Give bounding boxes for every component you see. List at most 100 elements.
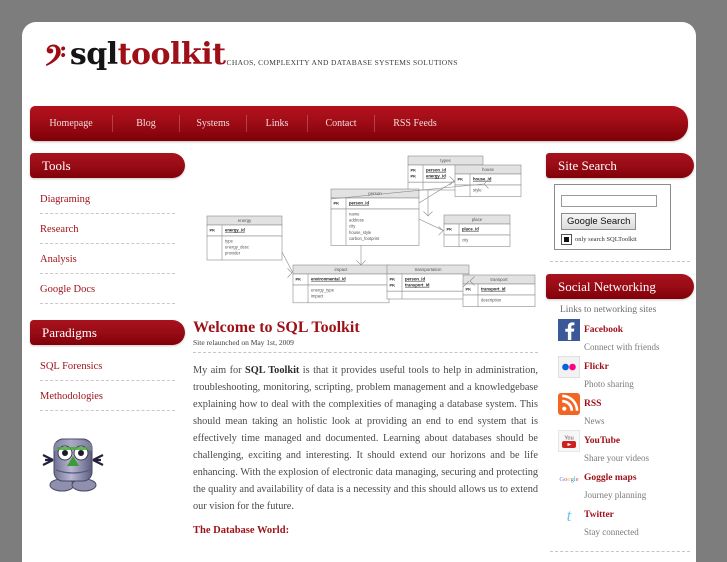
svg-text:address: address: [349, 218, 364, 223]
svg-text:Google: Google: [559, 476, 578, 483]
social-link-twitter[interactable]: t Twitter Stay connected: [558, 504, 694, 540]
google-search-button[interactable]: Google Search: [561, 213, 637, 230]
widget-header-social-networking: Social Networking: [546, 274, 694, 299]
widget-header-site-search: Site Search: [546, 153, 694, 178]
svg-text:house: house: [482, 167, 495, 172]
svg-text:place: place: [472, 217, 483, 222]
svg-text:transport_id: transport_id: [481, 286, 506, 291]
social-name: RSS: [584, 399, 602, 409]
twitter-icon[interactable]: t: [558, 504, 580, 526]
widget-header-paradigms: Paradigms: [30, 320, 185, 345]
sidebar-link-sql-forensics[interactable]: SQL Forensics: [40, 361, 102, 372]
article-body: My aim for SQL Toolkit is that it provid…: [193, 362, 538, 515]
google-maps-icon[interactable]: Google: [558, 467, 580, 489]
logo-text-accent: toolkit: [117, 37, 226, 72]
nav-item-contact[interactable]: Contact: [308, 115, 375, 132]
tools-list: Diagraming Research Analysis Google Docs: [30, 184, 185, 304]
nav-item-rss-feeds[interactable]: RSS Feeds: [375, 115, 455, 132]
svg-text:person_id: person_id: [349, 200, 369, 205]
svg-text:house_id: house_id: [473, 176, 492, 181]
svg-text:PK: PK: [334, 200, 340, 205]
site-search-widget: Google Search only search SQLToolkit: [554, 184, 671, 250]
svg-text:PK: PK: [296, 276, 302, 281]
site-logo[interactable]: 𝄢 sql toolkit CHAOS, COMPLEXITY AND DATA…: [44, 37, 696, 78]
svg-text:energy_id: energy_id: [426, 174, 446, 179]
nav-item-blog[interactable]: Blog: [113, 115, 180, 132]
social-link-flickr[interactable]: Flickr Photo sharing: [557, 355, 694, 392]
svg-text:place_id: place_id: [462, 226, 479, 231]
svg-text:person_id: person_id: [405, 276, 425, 281]
social-desc: News: [584, 416, 605, 426]
tux-robot-mascot-icon: [40, 427, 185, 498]
search-input[interactable]: [561, 195, 657, 207]
search-scope-option[interactable]: only search SQLToolkit: [561, 234, 665, 245]
svg-text:PK: PK: [390, 283, 396, 288]
svg-text:impact: impact: [335, 267, 349, 272]
svg-text:impact: impact: [311, 294, 324, 299]
paradigms-list: SQL Forensics Methodologies: [30, 351, 185, 411]
social-desc: Connect with friends: [584, 342, 660, 352]
rss-icon[interactable]: [558, 393, 580, 415]
social-link-rss[interactable]: RSS News: [558, 393, 694, 429]
sidebar-link-diagraming[interactable]: Diagraming: [40, 194, 90, 205]
social-link-facebook[interactable]: Facebook Connect with friends: [558, 319, 694, 355]
list-item[interactable]: Google Docs: [40, 274, 175, 304]
social-link-google-maps[interactable]: Google Goggle maps Journey planning: [558, 467, 694, 503]
social-link-youtube[interactable]: You YouTube Share your videos: [557, 429, 694, 466]
logo-text-primary: sql: [69, 37, 118, 72]
svg-text:energy_desc: energy_desc: [225, 245, 249, 250]
social-intro-text: Links to networking sites: [560, 305, 657, 315]
svg-text:person: person: [368, 191, 382, 196]
svg-text:description: description: [481, 297, 502, 302]
article-rest: is that it provides useful tools to help…: [193, 365, 538, 512]
svg-text:city: city: [462, 237, 469, 242]
page-container: 𝄢 sql toolkit CHAOS, COMPLEXITY AND DATA…: [22, 22, 696, 562]
widget-header-tools: Tools: [30, 153, 185, 178]
svg-text:name: name: [349, 211, 360, 216]
svg-text:PK: PK: [390, 276, 396, 281]
social-desc: Share your videos: [584, 453, 649, 463]
social-name: YouTube: [584, 436, 621, 446]
divider: [550, 261, 690, 262]
list-item[interactable]: Research: [40, 214, 175, 244]
sidebar-link-research[interactable]: Research: [40, 224, 78, 235]
social-desc: Stay connected: [584, 527, 639, 537]
sidebar-link-methodologies[interactable]: Methodologies: [40, 391, 103, 402]
list-item[interactable]: Analysis: [40, 244, 175, 274]
svg-text:environmental_id: environmental_id: [311, 276, 346, 281]
main-navigation: Homepage Blog Systems Links Contact RSS …: [30, 106, 688, 141]
svg-text:PK: PK: [447, 226, 453, 231]
social-desc: Photo sharing: [584, 379, 634, 389]
main-content: types PK person_id PK energy_id energy PK energ…: [185, 153, 546, 562]
sidebar-link-google-docs[interactable]: Google Docs: [40, 284, 95, 295]
radio-checked-icon[interactable]: [561, 234, 572, 245]
youtube-icon[interactable]: You: [557, 429, 581, 453]
sidebar-link-analysis[interactable]: Analysis: [40, 254, 77, 265]
page-title: Welcome to SQL Toolkit: [193, 319, 360, 336]
divider: [550, 551, 690, 552]
svg-text:carbon_footprint: carbon_footprint: [349, 236, 380, 241]
svg-text:PK: PK: [411, 174, 417, 179]
nav-item-systems[interactable]: Systems: [180, 115, 247, 132]
facebook-icon[interactable]: [558, 319, 580, 341]
article-bold: SQL Toolkit: [245, 365, 300, 376]
list-item[interactable]: Methodologies: [40, 381, 175, 411]
nav-item-homepage[interactable]: Homepage: [30, 115, 113, 132]
svg-text:energy_type: energy_type: [311, 287, 335, 292]
social-name: Flickr: [584, 362, 609, 372]
content-columns: Tools Diagraming Research Analysis Googl…: [22, 141, 696, 562]
svg-text:PK: PK: [458, 176, 464, 181]
svg-text:PK: PK: [210, 227, 216, 232]
svg-text:energy_id: energy_id: [225, 227, 245, 232]
list-item[interactable]: SQL Forensics: [40, 351, 175, 381]
right-sidebar: Site Search Google Search only search SQ…: [546, 153, 694, 562]
list-item[interactable]: Diagraming: [40, 184, 175, 214]
svg-text:house_style: house_style: [349, 230, 372, 235]
article-heading-2: The Database World:: [193, 525, 290, 536]
er-diagram: types PK person_id PK energy_id energy PK energ…: [193, 153, 538, 313]
svg-text:person_id: person_id: [426, 167, 446, 172]
nav-item-links[interactable]: Links: [247, 115, 308, 132]
svg-text:transport_id: transport_id: [405, 283, 430, 288]
flickr-icon[interactable]: [557, 355, 581, 379]
svg-text:energy: energy: [238, 218, 252, 223]
